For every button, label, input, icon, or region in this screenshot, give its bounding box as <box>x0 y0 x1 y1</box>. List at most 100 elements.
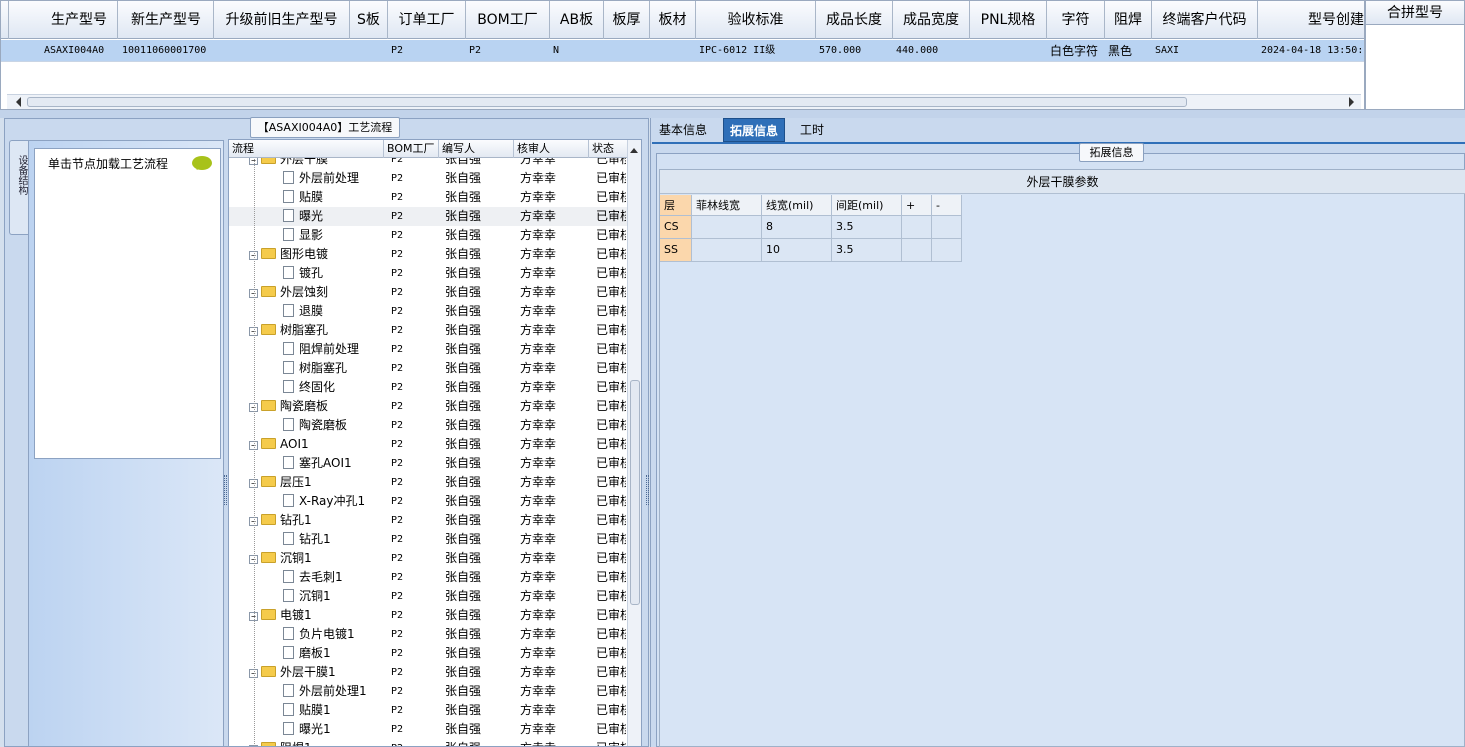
horizontal-splitter[interactable] <box>0 110 1465 118</box>
params-column-header[interactable]: - <box>932 195 962 216</box>
tree-column-header[interactable]: BOM工厂 <box>384 140 439 158</box>
tree-row[interactable]: 树脂塞孔 P2 张自强 方幸幸 已审核 <box>229 359 629 378</box>
tree-row[interactable]: 贴膜 P2 张自强 方幸幸 已审核 <box>229 188 629 207</box>
column-header[interactable]: PNL规格 <box>970 1 1047 39</box>
tree-row[interactable]: 去毛刺1 P2 张自强 方幸幸 已审核 <box>229 568 629 587</box>
tree-row[interactable]: −陶瓷磨板 P2 张自强 方幸幸 已审核 <box>229 397 629 416</box>
tree-row[interactable]: 镀孔 P2 张自强 方幸幸 已审核 <box>229 264 629 283</box>
column-header[interactable]: 板材 <box>650 1 696 39</box>
grid-cell[interactable] <box>651 40 697 62</box>
params-column-header[interactable]: 线宽(mil) <box>762 195 832 216</box>
column-header[interactable]: 型号创建 <box>1258 1 1364 39</box>
tree-row[interactable]: 贴膜1 P2 张自强 方幸幸 已审核 <box>229 701 629 720</box>
tree-row[interactable]: 塞孔AOI1 P2 张自强 方幸幸 已审核 <box>229 454 629 473</box>
tree-row[interactable]: 外层前处理 P2 张自强 方幸幸 已审核 <box>229 169 629 188</box>
splitter-grip-icon[interactable] <box>224 475 227 505</box>
tree-row[interactable]: −AOI1 P2 张自强 方幸幸 已审核 <box>229 435 629 454</box>
params-cell[interactable]: 8 <box>762 216 832 239</box>
column-header[interactable]: 板厚 <box>604 1 650 39</box>
scroll-up-icon[interactable] <box>630 144 638 153</box>
tree-row[interactable]: 沉铜1 P2 张自强 方幸幸 已审核 <box>229 587 629 606</box>
tree-row[interactable]: 陶瓷磨板 P2 张自强 方幸幸 已审核 <box>229 416 629 435</box>
params-cell[interactable]: SS <box>660 239 692 262</box>
tree-column-header[interactable]: 编写人 <box>439 140 514 158</box>
params-cell[interactable]: 10 <box>762 239 832 262</box>
grid-cell[interactable]: P2 <box>467 40 551 62</box>
tree-row[interactable]: −沉铜1 P2 张自强 方幸幸 已审核 <box>229 549 629 568</box>
params-cell[interactable] <box>932 216 962 239</box>
scrollbar-thumb[interactable] <box>630 380 640 605</box>
tree-row[interactable]: −层压1 P2 张自强 方幸幸 已审核 <box>229 473 629 492</box>
tree-row[interactable]: 磨板1 P2 张自强 方幸幸 已审核 <box>229 644 629 663</box>
column-header[interactable]: 终端客户代码 <box>1152 1 1258 39</box>
node-box[interactable]: 单击节点加载工艺流程 <box>34 148 221 459</box>
column-header[interactable]: S板 <box>350 1 388 39</box>
column-header[interactable]: BOM工厂 <box>466 1 550 39</box>
tree-row[interactable]: −电镀1 P2 张自强 方幸幸 已审核 <box>229 606 629 625</box>
tree-row[interactable]: −树脂塞孔 P2 张自强 方幸幸 已审核 <box>229 321 629 340</box>
params-cell[interactable] <box>902 239 932 262</box>
tree-row[interactable]: −钻孔1 P2 张自强 方幸幸 已审核 <box>229 511 629 530</box>
params-column-header[interactable]: 层 <box>660 195 692 216</box>
scroll-right-icon[interactable] <box>1349 97 1359 107</box>
tree-row[interactable]: −图形电镀 P2 张自强 方幸幸 已审核 <box>229 245 629 264</box>
column-header[interactable]: 升级前旧生产型号 <box>214 1 350 39</box>
grid-cell[interactable]: 黑色 <box>1106 40 1153 62</box>
grid-cell[interactable]: 440.000 <box>894 40 971 62</box>
column-header[interactable]: 阻焊 <box>1105 1 1152 39</box>
params-column-header[interactable]: 菲林线宽 <box>692 195 762 216</box>
params-cell[interactable]: CS <box>660 216 692 239</box>
splitter-grip-icon[interactable] <box>646 475 649 505</box>
scrollbar-thumb[interactable] <box>27 97 1187 107</box>
tree-row[interactable]: 退膜 P2 张自强 方幸幸 已审核 <box>229 302 629 321</box>
grid-cell[interactable]: N <box>551 40 605 62</box>
params-cell[interactable] <box>692 216 762 239</box>
tree-row[interactable]: −阻焊1 P2 张自强 方幸幸 已审核 <box>229 739 629 746</box>
params-column-header[interactable]: + <box>902 195 932 216</box>
grid-cell[interactable]: ASAXI004A0 <box>42 40 119 62</box>
tab-basic-info[interactable]: 基本信息 <box>653 118 713 142</box>
grid-cell[interactable]: 570.000 <box>817 40 894 62</box>
tree-row[interactable]: 阻焊前处理 P2 张自强 方幸幸 已审核 <box>229 340 629 359</box>
params-column-header[interactable]: 间距(mil) <box>832 195 902 216</box>
tree-row[interactable]: 负片电镀1 P2 张自强 方幸幸 已审核 <box>229 625 629 644</box>
column-header[interactable]: 验收标准 <box>696 1 816 39</box>
column-header[interactable]: 订单工厂 <box>388 1 466 39</box>
vertical-scrollbar[interactable] <box>627 140 641 746</box>
grid-cell[interactable] <box>215 40 351 62</box>
column-header[interactable]: 新生产型号 <box>119 1 214 39</box>
tree-row[interactable]: 曝光 P2 张自强 方幸幸 已审核 <box>229 207 629 226</box>
horizontal-scrollbar[interactable] <box>7 94 1361 109</box>
tab-extended-info[interactable]: 拓展信息 <box>723 118 786 142</box>
tab-work-hours[interactable]: 工时 <box>794 118 830 142</box>
tree-row[interactable]: 曝光1 P2 张自强 方幸幸 已审核 <box>229 720 629 739</box>
tree-row[interactable]: −外层蚀刻 P2 张自强 方幸幸 已审核 <box>229 283 629 302</box>
column-header[interactable]: 字符 <box>1047 1 1105 39</box>
tree-column-header[interactable]: 流程 <box>229 140 384 158</box>
grid-cell[interactable]: P2 <box>389 40 467 62</box>
grid-cell[interactable]: 白色字符 <box>1048 40 1106 62</box>
grid-cell[interactable]: SAXI <box>1153 40 1259 62</box>
tree-row[interactable]: 显影 P2 张自强 方幸幸 已审核 <box>229 226 629 245</box>
tree-row[interactable]: 钻孔1 P2 张自强 方幸幸 已审核 <box>229 530 629 549</box>
column-header[interactable]: 成品长度 <box>816 1 893 39</box>
grid-cell[interactable]: IPC-6012 II级 <box>697 40 817 62</box>
grid-cell[interactable] <box>605 40 651 62</box>
tree-row[interactable]: X-Ray冲孔1 P2 张自强 方幸幸 已审核 <box>229 492 629 511</box>
params-cell[interactable] <box>902 216 932 239</box>
tree-column-header[interactable]: 核审人 <box>514 140 589 158</box>
grid-cell[interactable]: 10011060001700 <box>120 40 215 62</box>
grid-cell[interactable]: 2024-04-18 13:50:1 <box>1259 40 1364 62</box>
grid-cell[interactable] <box>971 40 1048 62</box>
params-cell[interactable]: 3.5 <box>832 239 902 262</box>
params-cell[interactable]: 3.5 <box>832 216 902 239</box>
tree-row[interactable]: 外层前处理1 P2 张自强 方幸幸 已审核 <box>229 682 629 701</box>
grid-cell[interactable] <box>351 40 389 62</box>
column-header[interactable]: 成品宽度 <box>893 1 970 39</box>
column-header[interactable]: AB板 <box>550 1 604 39</box>
tree-column-header[interactable]: 状态 <box>589 140 629 158</box>
column-header[interactable]: 生产型号 <box>41 1 118 39</box>
params-cell[interactable] <box>932 239 962 262</box>
product-grid-row[interactable]: ASAXI004A0 10011060001700 P2 P2 N IPC-6012 II… <box>1 40 1364 62</box>
params-cell[interactable] <box>692 239 762 262</box>
